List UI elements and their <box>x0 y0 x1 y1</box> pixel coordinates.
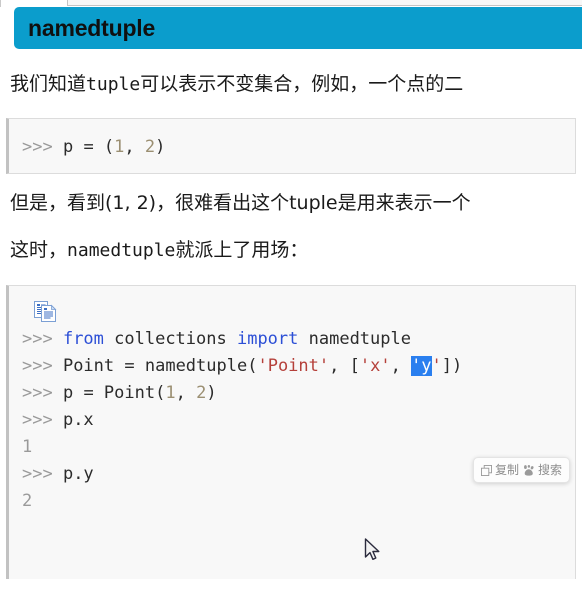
code-line: >>> p.x <box>22 407 567 434</box>
code-token-prompt: >>> <box>22 355 63 376</box>
code-token-punct: ]) <box>441 355 463 376</box>
code-line: >>> p = Point(1, 2) <box>22 380 567 407</box>
code-token-num: 2 <box>196 382 207 403</box>
paragraph-intro: 我们知道tuple可以表示不变集合，例如，一个点的二 <box>0 72 582 98</box>
code-token-op: = <box>83 136 104 157</box>
code-token-plain: Point <box>62 355 125 376</box>
article-content: namedtuple 我们知道tuple可以表示不变集合，例如，一个点的二 >>… <box>0 7 582 579</box>
code-token-plain: namedtuple <box>144 355 248 376</box>
section-heading-banner: namedtuple <box>14 7 582 49</box>
code-token-punct: [ <box>349 355 360 376</box>
context-menu-item-copy-label: 复制 <box>495 462 520 477</box>
paragraph-solution-code-namedtuple: namedtuple <box>67 240 176 262</box>
code-token-str: 'x' <box>359 355 391 376</box>
panel-left-edge <box>0 0 1 7</box>
code-line: >>> p = (1, 2) <box>22 134 567 161</box>
code-token-op: = <box>83 382 104 403</box>
paragraph-solution-text-a: 这时， <box>10 239 68 262</box>
code-token-plain: p <box>62 136 84 157</box>
baidu-paw-search-icon <box>524 464 534 476</box>
code-token-prompt: >>> <box>22 382 63 403</box>
code-token-num: 1 <box>165 382 176 403</box>
code-token-plain: p.y <box>62 463 94 484</box>
code-token-punct: , <box>175 382 197 403</box>
code-token-plain: Point <box>103 382 156 403</box>
code-token-plain: collections <box>103 328 237 349</box>
paragraph-intro-text-a: 我们知道 <box>10 73 87 95</box>
copy-code-button[interactable] <box>22 296 567 326</box>
code-token-out: 2 <box>22 490 33 511</box>
code-token-punct: ) <box>155 136 166 157</box>
code-token-prompt: >>> <box>22 328 63 349</box>
code-block-tuple-example[interactable]: >>> p = (1, 2) <box>6 117 576 174</box>
copy-document-icon <box>34 300 57 322</box>
page-title: namedtuple <box>28 14 156 41</box>
code-token-punct: ( <box>103 136 115 157</box>
selection-context-popup[interactable]: 复制 搜索 <box>473 457 571 483</box>
code-token-plain: namedtuple <box>298 328 411 349</box>
code-token-prompt: >>> <box>22 463 63 484</box>
code-block-namedtuple-example[interactable]: >>> from collections import namedtuple >… <box>6 284 576 579</box>
code-line: 2 <box>22 488 567 515</box>
code-token-kw: import <box>236 328 299 349</box>
code-token-punct: ( <box>247 355 258 376</box>
top-panel-sliver <box>0 0 582 7</box>
code-token-str: 'Point' <box>257 355 330 376</box>
code-token-num: 1 <box>114 136 125 157</box>
paragraph-intro-text-b: 可以表示不变集合，例如，一个点的二 <box>140 73 464 95</box>
code-token-plain: p.x <box>62 409 94 430</box>
paragraph-solution: 这时，namedtuple就派上了用场： <box>0 238 582 264</box>
code-line: >>> from collections import namedtuple <box>22 326 567 353</box>
code-token-prompt: >>> <box>22 136 63 157</box>
code-token-punct: ( <box>155 382 166 403</box>
code-token-out: 1 <box>22 436 33 457</box>
context-menu-item-search[interactable]: 搜索 <box>523 464 562 477</box>
code-token-punct: , <box>390 355 412 376</box>
code-token-num: 2 <box>144 136 156 157</box>
code-token-op: = <box>124 355 145 376</box>
paragraph-intro-code-tuple: tuple <box>86 74 141 95</box>
context-menu-item-search-label: 搜索 <box>538 462 563 477</box>
code-token-plain: p <box>62 382 84 403</box>
paragraph-problem: 但是，看到(1, 2)，很难看出这个tuple是用来表示一个 <box>10 191 471 214</box>
paragraph-solution-text-b: 就派上了用场： <box>175 239 309 262</box>
code-token-selected[interactable]: 'y <box>411 355 432 376</box>
code-token-prompt: >>> <box>22 409 63 430</box>
code-token-str: ' <box>431 355 442 376</box>
code-token-punct: , <box>124 136 145 157</box>
code-token-kw: from <box>62 328 104 349</box>
code-line: >>> Point = namedtuple('Point', ['x', 'y… <box>22 353 567 380</box>
copy-icon <box>481 464 492 476</box>
code-token-punct: , <box>329 355 350 376</box>
panel-bottom-edge <box>67 0 582 6</box>
code-token-punct: ) <box>206 382 217 403</box>
context-menu-item-copy[interactable]: 复制 <box>481 464 519 477</box>
